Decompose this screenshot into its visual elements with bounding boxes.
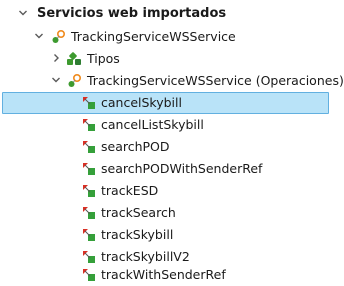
tree-node-operation[interactable]: trackSkybill <box>0 224 344 246</box>
operation-icon <box>83 163 95 175</box>
tree-node-operation[interactable]: searchPODWithSenderRef <box>0 158 344 180</box>
types-package-icon <box>67 52 81 65</box>
tree-node-label: trackWithSenderRef <box>101 267 226 282</box>
imported-web-services-tree: Servicios web importados TrackingService… <box>0 0 344 286</box>
operation-icon <box>83 97 95 109</box>
operation-icon <box>83 207 95 219</box>
operation-icon <box>83 269 95 281</box>
operation-icon <box>83 185 95 197</box>
tree-node-service[interactable]: TrackingServiceWSService <box>0 26 344 48</box>
chevron-right-icon[interactable] <box>50 52 62 64</box>
operation-icon <box>83 141 95 153</box>
tree-node-label: TrackingServiceWSService <box>71 29 236 44</box>
section-header-imported-web-services[interactable]: Servicios web importados <box>0 3 344 25</box>
tree-node-label: searchPODWithSenderRef <box>101 161 263 176</box>
tree-node-types[interactable]: Tipos <box>0 48 344 70</box>
tree-node-label: cancelListSkybill <box>101 117 204 132</box>
tree-node-operation[interactable]: trackWithSenderRef <box>0 264 344 286</box>
operation-icon <box>83 251 95 263</box>
operation-icon <box>83 229 95 241</box>
chevron-down-icon[interactable] <box>17 7 29 19</box>
web-service-icon <box>68 73 82 87</box>
chevron-down-icon[interactable] <box>50 74 62 86</box>
tree-node-label: trackESD <box>101 183 159 198</box>
tree-node-operation[interactable]: trackSearch <box>0 202 344 224</box>
tree-node-label: Tipos <box>87 51 120 66</box>
tree-node-operation[interactable]: cancelListSkybill <box>0 114 344 136</box>
web-service-icon <box>52 29 66 43</box>
tree-node-operation[interactable]: searchPOD <box>0 136 344 158</box>
section-header-label: Servicios web importados <box>37 6 227 21</box>
tree-node-label: TrackingServiceWSService (Operaciones) <box>87 73 344 88</box>
tree-node-label: searchPOD <box>101 139 170 154</box>
tree-node-operation[interactable]: cancelSkybill <box>0 92 344 114</box>
tree-node-label: cancelSkybill <box>101 95 182 110</box>
tree-node-label: trackSearch <box>101 205 176 220</box>
tree-node-operation[interactable]: trackESD <box>0 180 344 202</box>
tree-node-operations-group[interactable]: TrackingServiceWSService (Operaciones) <box>0 70 344 92</box>
chevron-down-icon[interactable] <box>33 30 45 42</box>
operation-icon <box>83 119 95 131</box>
tree-node-label: trackSkybill <box>101 227 174 242</box>
